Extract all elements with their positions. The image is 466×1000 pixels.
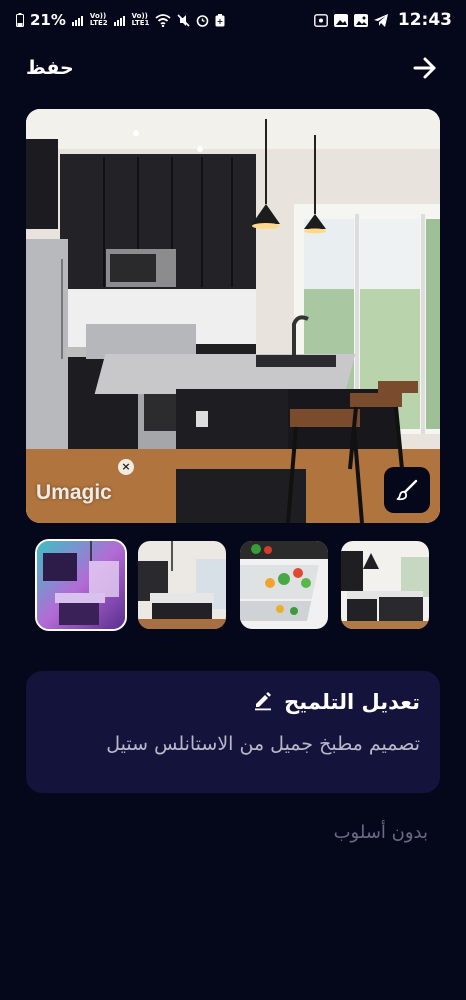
thumbnail-purple-kitchen[interactable]: [35, 539, 127, 631]
prompt-header: تعديل التلميح: [46, 689, 420, 715]
gallery-icon: [333, 13, 348, 27]
top-bar: حفظ: [0, 48, 466, 88]
status-right: 12:43: [313, 10, 452, 30]
battery-saver-icon: +: [215, 13, 225, 27]
status-bar: 21% Vo)) LTE2 Vo)) LTE1 + 12:43: [0, 0, 466, 40]
signal-icon: [71, 14, 84, 26]
arrow-right-icon[interactable]: [412, 55, 438, 81]
watermark: Umagic: [36, 481, 112, 504]
brush-button[interactable]: [384, 467, 430, 513]
network-label-1: Vo)) LTE2: [89, 12, 108, 27]
svg-text:+: +: [217, 17, 224, 26]
kitchen-illustration: [26, 109, 440, 523]
telegram-icon: [373, 13, 388, 27]
mute-icon: [177, 13, 190, 27]
prompt-title: تعديل التلميح: [284, 690, 420, 714]
network-label-2: Vo)) LTE1: [131, 12, 150, 27]
clock: 12:43: [397, 10, 452, 30]
generated-image[interactable]: Umagic ×: [26, 109, 440, 523]
alarm-icon: [196, 14, 209, 27]
thumbnail-drawer-vegetables[interactable]: [239, 541, 328, 629]
status-left: 21% Vo)) LTE2 Vo)) LTE1 +: [16, 11, 225, 29]
signal-icon: [113, 14, 126, 26]
thumbnail-dark-kitchen[interactable]: [340, 541, 429, 629]
thumbnail-kitchen-island[interactable]: [138, 541, 227, 629]
image-icon: [353, 13, 368, 27]
brush-icon: [395, 478, 419, 502]
close-icon[interactable]: ×: [118, 459, 134, 475]
battery-percent: 21%: [30, 11, 66, 29]
prompt-text: تصميم مطبخ جميل من الاستانلس ستيل: [106, 733, 420, 755]
wifi-icon: [155, 13, 171, 27]
thumbnail-strip: [35, 539, 429, 631]
screen-record-icon: [313, 13, 328, 27]
battery-icon: [16, 13, 24, 27]
style-option-none[interactable]: بدون أسلوب: [334, 822, 428, 843]
save-button[interactable]: حفظ: [26, 57, 74, 79]
prompt-card[interactable]: تعديل التلميح تصميم مطبخ جميل من الاستان…: [26, 671, 440, 793]
pencil-icon[interactable]: [252, 689, 274, 715]
